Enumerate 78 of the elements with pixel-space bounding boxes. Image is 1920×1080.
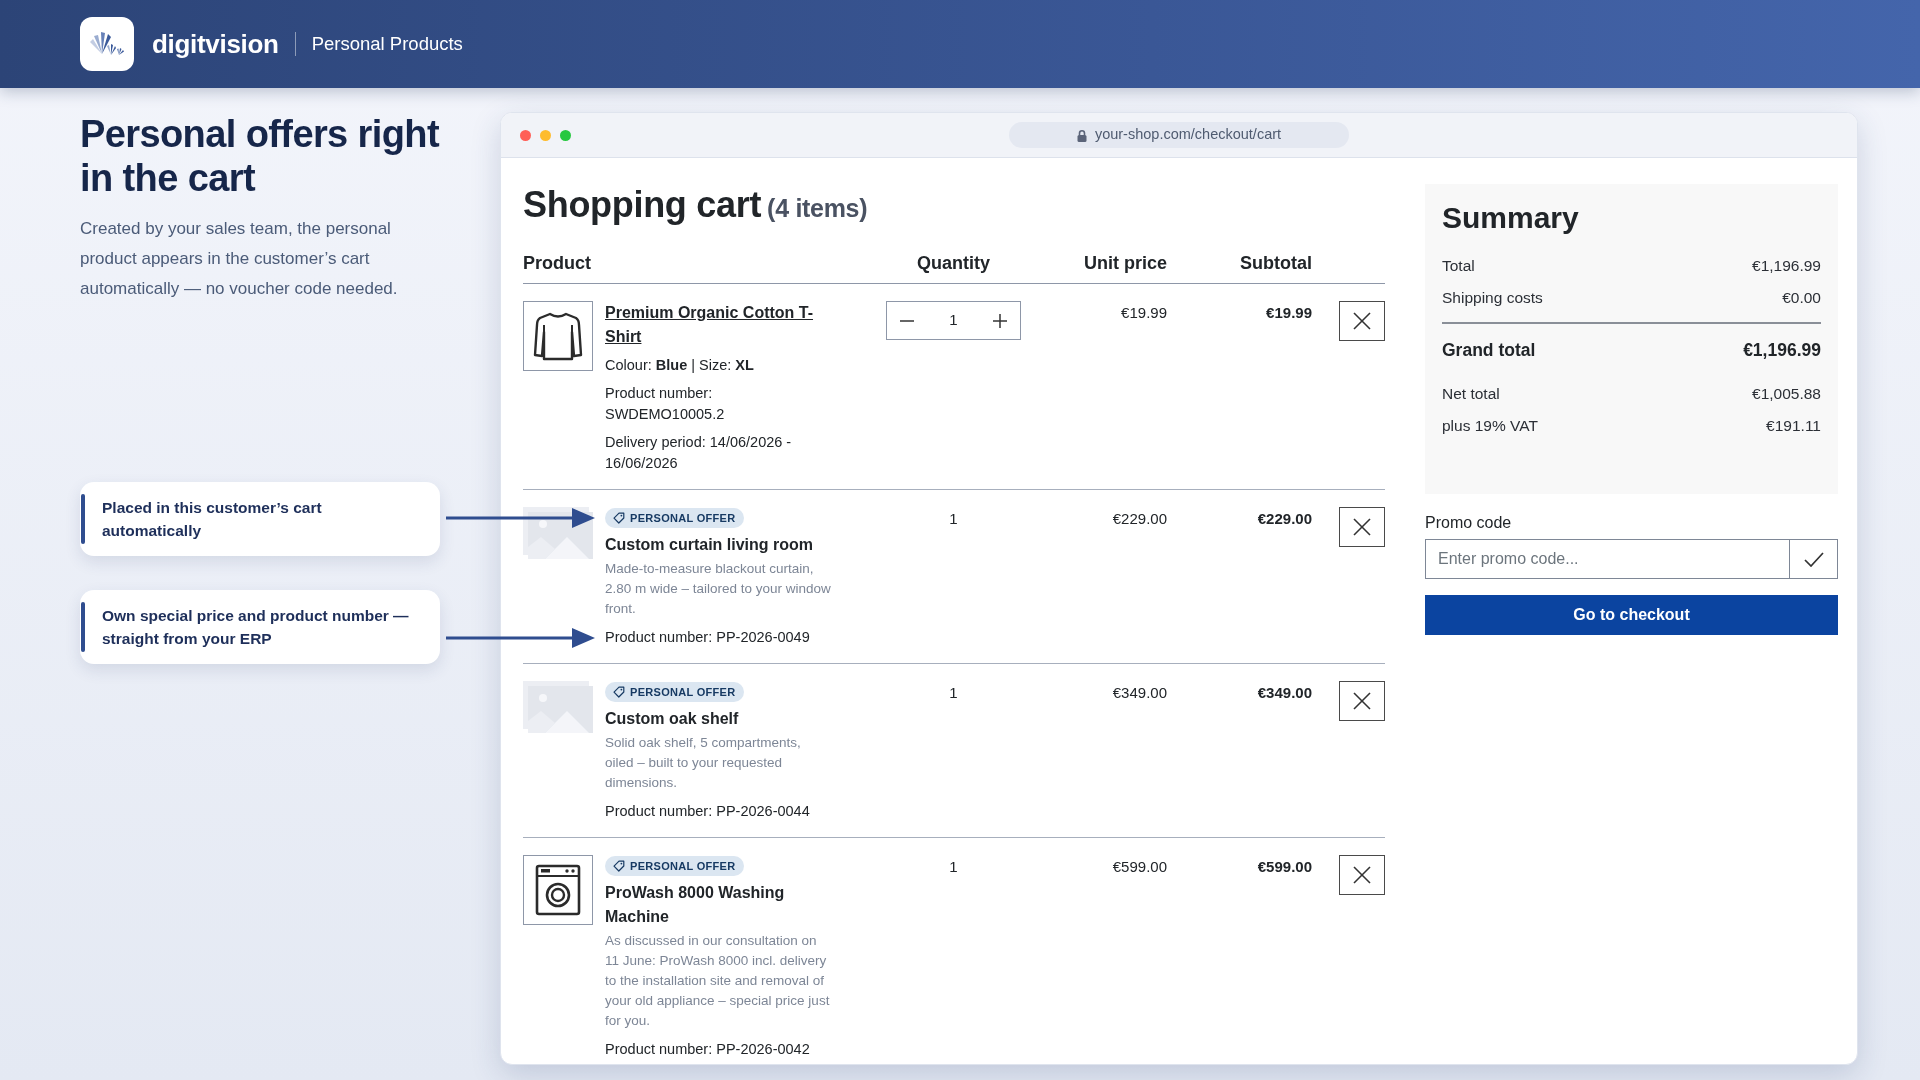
subtotal-price: €349.00 xyxy=(1257,683,1312,703)
remove-button[interactable] xyxy=(1339,301,1385,341)
minus-icon xyxy=(900,319,914,322)
product-description: Solid oak shelf, 5 compartments, oiled – built to your requested dimensions. xyxy=(605,734,802,792)
remove-button[interactable] xyxy=(1339,855,1385,895)
product-options: Colour: Blue | Size: XL xyxy=(605,354,833,376)
remove-button[interactable] xyxy=(1339,681,1385,721)
check-icon xyxy=(1803,551,1824,567)
shirt-icon xyxy=(523,301,593,371)
quantity-stepper[interactable]: 1 xyxy=(886,301,1021,340)
intro-text: Created by your sales team, the personal product appears in the customer’s cart automatically — no voucher code needed. xyxy=(80,218,399,300)
summary-label: Shipping costs xyxy=(1442,288,1543,308)
promo-code-field[interactable]: Enter promo code... xyxy=(1425,539,1790,579)
tag-icon xyxy=(613,860,625,872)
product-number: Product number: SWDEMO10005.2 xyxy=(605,384,726,424)
subtotal-price: €19.99 xyxy=(1266,303,1312,323)
quantity-field[interactable]: 1 xyxy=(927,309,980,332)
offer-label: PERSONAL OFFER xyxy=(630,684,736,700)
summary-label: Net total xyxy=(1442,383,1500,404)
address-bar[interactable]: your-shop.com/checkout/cart xyxy=(1009,122,1349,148)
logo-icon[interactable] xyxy=(80,17,134,71)
offer-label: PERSONAL OFFER xyxy=(630,858,736,874)
unit-price: €349.00 xyxy=(1112,683,1167,703)
product-link[interactable]: Premium Organic Cotton T-Shirt xyxy=(605,301,833,349)
product-number: Product number: PP-2026-0049 xyxy=(605,628,811,647)
quantity-value: 1 xyxy=(949,509,958,529)
product-description: As discussed in our consultation on 11 June: ProWash 8000 incl. delivery to the installation site and removal of your old appliance – special price just for you. xyxy=(605,932,831,1030)
promo-label: Promo code xyxy=(1425,513,1513,533)
column-header: Quantity xyxy=(917,252,990,275)
offer-label: PERSONAL OFFER xyxy=(630,510,736,526)
delivery-period: Delivery period: 14/06/2026 - 16/06/2026 xyxy=(605,433,793,473)
summary-label: Total xyxy=(1442,256,1475,276)
remove-button[interactable] xyxy=(1339,507,1385,547)
page-heading: Personal offers right in the cart xyxy=(80,112,441,200)
apply-promo-button[interactable] xyxy=(1789,539,1838,579)
product-title: Custom curtain living room xyxy=(605,535,814,555)
product-title: Custom oak shelf xyxy=(605,709,740,729)
product-number: Product number: PP-2026-0044 xyxy=(605,802,811,821)
item-count: (4 items) xyxy=(767,194,868,222)
lock-icon xyxy=(1076,128,1087,142)
column-header: Product xyxy=(523,252,592,275)
unit-price: €229.00 xyxy=(1112,509,1167,529)
tag-icon xyxy=(613,512,625,524)
summary-value: €0.00 xyxy=(1782,288,1821,308)
product-title: ProWash 8000 Washing Machine xyxy=(605,883,786,927)
callout-note: Placed in this customer’s cart automatically xyxy=(80,482,440,556)
unit-price: €599.00 xyxy=(1112,857,1167,877)
close-icon xyxy=(1353,312,1371,330)
summary-label: Grand total xyxy=(1442,338,1536,362)
column-header: Unit price xyxy=(1084,252,1167,275)
photo-placeholder xyxy=(523,681,593,733)
url-text: your-shop.com/checkout/cart xyxy=(1094,125,1282,145)
tag-icon xyxy=(613,686,625,698)
plus-icon xyxy=(993,313,1007,328)
product-description: Made-to-measure blackout curtain, 2.80 m wide – tailored to your window front. xyxy=(605,560,832,618)
summary-value: €191.11 xyxy=(1766,415,1821,436)
quantity-value: 1 xyxy=(949,857,958,877)
summary-title: Summary xyxy=(1442,200,1580,236)
checkout-button[interactable]: Go to checkout xyxy=(1425,595,1838,635)
summary-label: plus 19% VAT xyxy=(1442,415,1538,436)
washing-machine-icon xyxy=(523,855,593,925)
subtotal-price: €599.00 xyxy=(1257,857,1312,877)
callout-note: Own special price and product number — straight from your ERP xyxy=(80,590,440,664)
summary-value: €1,196.99 xyxy=(1752,256,1821,276)
summary-value: €1,196.99 xyxy=(1743,338,1821,362)
quantity-value: 1 xyxy=(949,683,958,703)
brand-name: digitvision xyxy=(152,27,279,61)
cart-title: Shopping cart xyxy=(523,184,762,225)
window-close-icon[interactable] xyxy=(520,129,531,141)
product-number: Product number: PP-2026-0042 xyxy=(605,1040,811,1059)
close-icon xyxy=(1353,692,1371,710)
section-title: Personal Products xyxy=(311,32,463,57)
unit-price: €19.99 xyxy=(1121,303,1167,323)
summary-value: €1,005.88 xyxy=(1752,383,1821,404)
close-icon xyxy=(1353,866,1371,884)
subtotal-price: €229.00 xyxy=(1257,509,1312,529)
column-header: Subtotal xyxy=(1240,252,1312,275)
close-icon xyxy=(1353,518,1371,536)
